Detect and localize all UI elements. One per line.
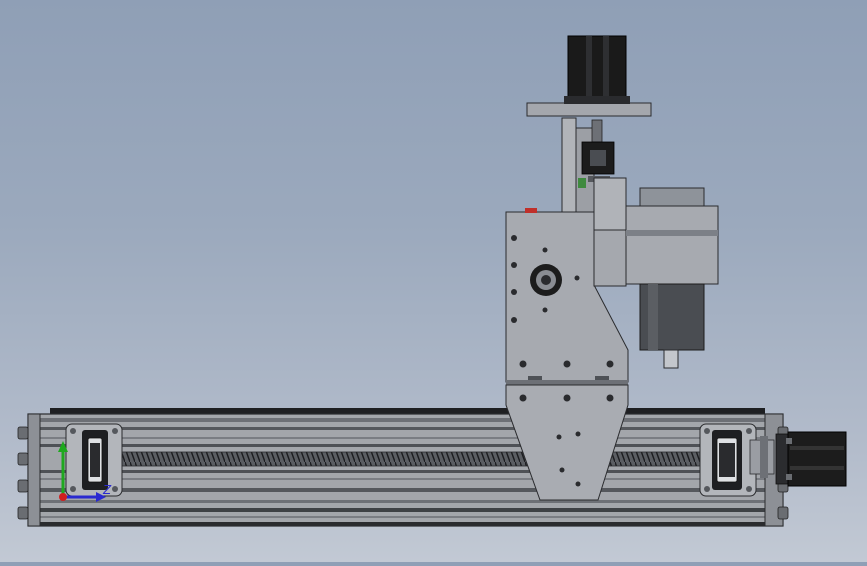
- z-axis-stepper-motor: [564, 35, 630, 104]
- spindle-motor: [625, 187, 719, 369]
- origin-dot: [59, 493, 67, 501]
- base-extrusion: [27, 408, 784, 527]
- left-bearing-block: [65, 423, 123, 497]
- x-axis-stepper-motor: [775, 431, 847, 487]
- z-axis-label: Z: [102, 483, 112, 497]
- cad-viewport[interactable]: Z: [0, 0, 867, 562]
- left-end-bolts: [17, 426, 29, 520]
- cnc-machine-model: Z: [17, 35, 847, 527]
- lead-screw: [109, 451, 721, 467]
